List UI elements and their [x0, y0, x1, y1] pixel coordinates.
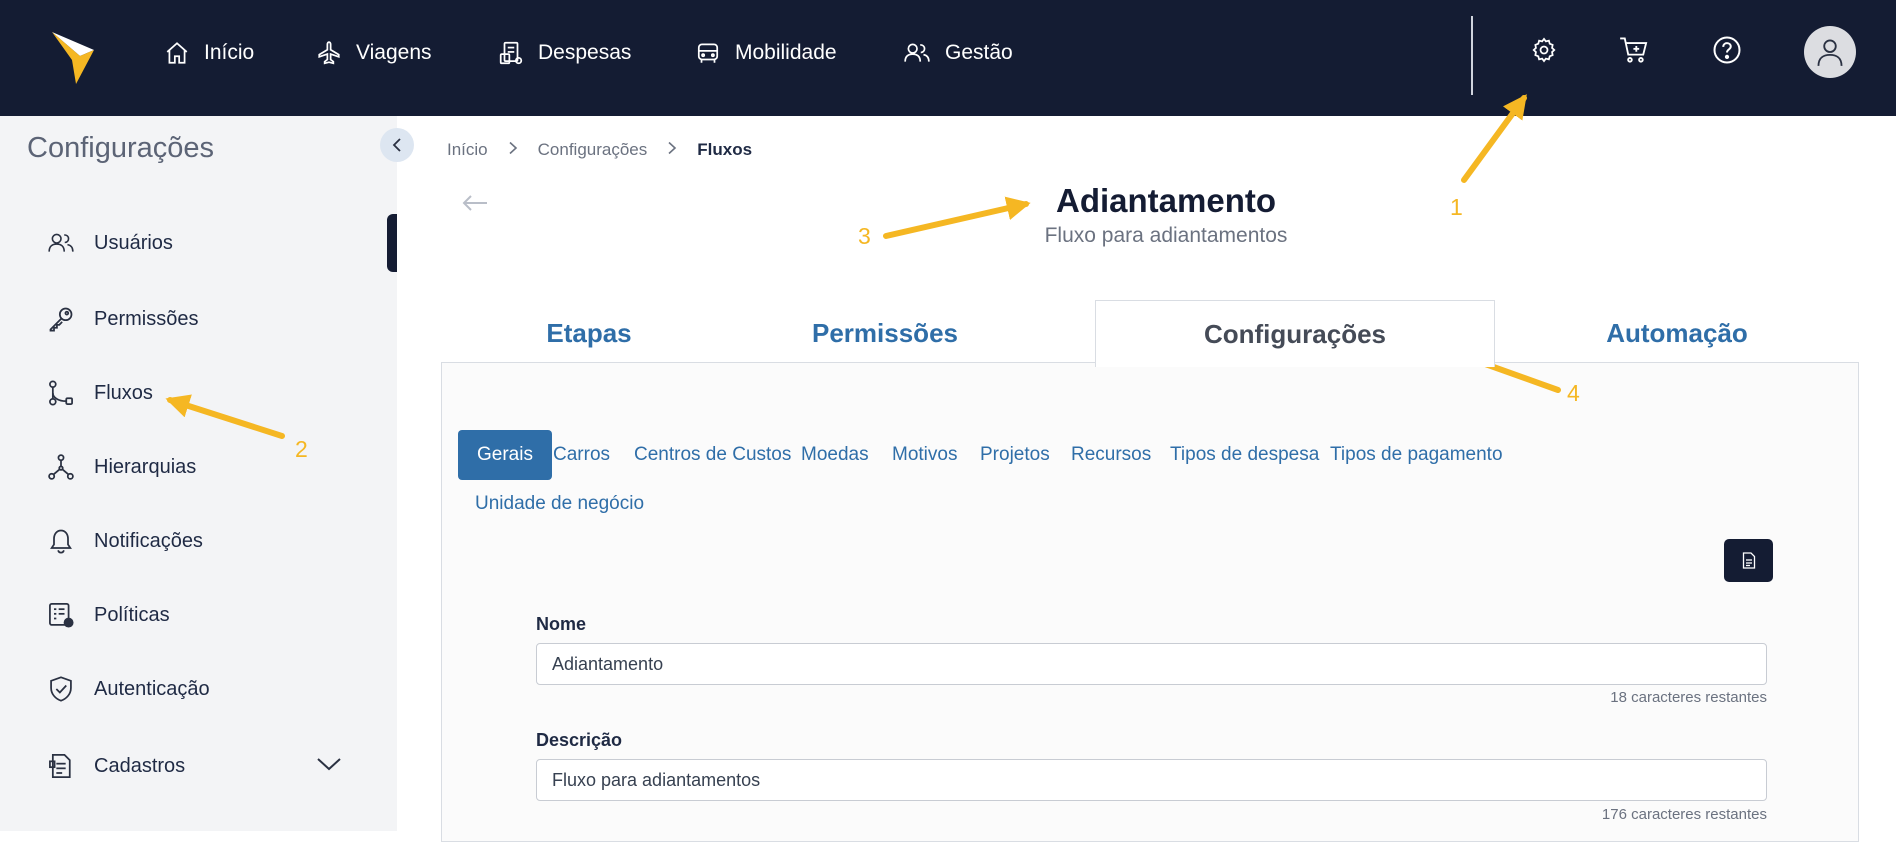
subtab-centros-de-custos[interactable]: Centros de Custos — [634, 430, 791, 480]
nav-label: Viagens — [356, 41, 432, 64]
gear-icon[interactable] — [1528, 34, 1560, 66]
name-input[interactable] — [536, 643, 1767, 685]
chevron-left-icon — [392, 138, 401, 152]
breadcrumb: Início Configurações Fluxos — [447, 140, 752, 160]
subtab-gerais[interactable]: Gerais — [458, 430, 552, 480]
annotation-label-4: 4 — [1567, 380, 1580, 406]
user-avatar-icon — [1817, 39, 1843, 66]
app-logo[interactable] — [50, 28, 96, 86]
subtab-carros[interactable]: Carros — [553, 430, 610, 480]
annotation-label-1: 1 — [1450, 194, 1463, 220]
tab-configuracoes[interactable]: Configurações — [1095, 300, 1495, 367]
hierarchy-icon — [46, 452, 76, 482]
breadcrumb-current: Fluxos — [697, 140, 753, 159]
sidebar-item-hierarquias[interactable]: Hierarquias — [46, 447, 196, 487]
nav-despesas[interactable]: Despesas — [498, 0, 631, 106]
chevron-right-icon — [667, 140, 677, 160]
sidebar-item-notificacoes[interactable]: Notificações — [46, 521, 203, 561]
subtab-unidade-de-negocio[interactable]: Unidade de negócio — [475, 479, 644, 529]
sidebar-item-label: Políticas — [94, 603, 170, 626]
sidebar-item-autenticacao[interactable]: Autenticação — [46, 669, 210, 709]
sidebar-item-label: Permissões — [94, 307, 199, 330]
document-icon — [46, 751, 76, 781]
subtab-tipos-de-pagamento[interactable]: Tipos de pagamento — [1330, 430, 1503, 480]
document-button[interactable] — [1724, 539, 1773, 582]
sidebar-item-label: Cadastros — [94, 754, 186, 777]
top-navbar: Início Viagens Despesas Mobilidade Gestã… — [0, 0, 1896, 116]
sidebar-title: Configurações — [27, 132, 214, 164]
tab-bar: Etapas Permissões Configurações Automaçã… — [441, 300, 1859, 367]
users-icon — [904, 43, 930, 62]
nav-label: Despesas — [538, 41, 632, 64]
top-divider — [1471, 16, 1473, 95]
airplane-icon — [318, 41, 340, 65]
sidebar-item-label: Hierarquias — [94, 455, 197, 478]
subtab-moedas[interactable]: Moedas — [801, 430, 869, 480]
breadcrumb-item[interactable]: Configurações — [538, 140, 648, 160]
main-content: Início Configurações Fluxos Adiantamento… — [397, 116, 1896, 842]
sidebar-item-fluxos[interactable]: Fluxos — [46, 373, 153, 413]
nav-gestao[interactable]: Gestão — [903, 0, 1013, 106]
breadcrumb-item[interactable]: Início — [447, 140, 488, 160]
annotation-label-2: 2 — [295, 436, 308, 462]
nav-label: Gestão — [945, 41, 1013, 64]
chevron-down-icon[interactable] — [316, 756, 342, 777]
name-char-counter: 18 caracteres restantes — [1610, 689, 1767, 706]
document-icon — [1742, 552, 1755, 569]
description-label: Descrição — [536, 730, 623, 750]
user-avatar[interactable] — [1804, 26, 1856, 78]
sidebar-item-usuarios[interactable]: Usuários — [46, 223, 173, 263]
page-title: Adiantamento — [1055, 182, 1276, 219]
sidebar-item-label: Fluxos — [94, 381, 153, 404]
tab-automacao[interactable]: Automação — [1495, 300, 1859, 366]
nav-label: Mobilidade — [735, 41, 837, 64]
page-subtitle: Fluxo para adiantamentos — [1044, 224, 1288, 247]
key-icon — [46, 304, 76, 334]
sidebar-item-permissoes[interactable]: Permissões — [46, 299, 198, 339]
users-icon — [46, 228, 76, 258]
description-char-counter: 176 caracteres restantes — [1601, 806, 1767, 823]
cart-icon[interactable] — [1618, 34, 1650, 66]
car-icon — [697, 43, 719, 63]
help-icon[interactable] — [1711, 34, 1743, 66]
sidebar: Configurações Usuários Permissões Fluxos… — [0, 116, 397, 831]
bell-icon — [46, 526, 76, 556]
sidebar-item-politicas[interactable]: Políticas — [46, 595, 170, 635]
sidebar-item-label: Notificações — [94, 529, 203, 552]
receipt-icon — [499, 41, 523, 65]
nav-viagens[interactable]: Viagens — [316, 0, 432, 106]
home-icon — [166, 42, 188, 64]
tab-panel: Gerais Carros Centros de Custos Moedas M… — [441, 362, 1859, 842]
nav-inicio[interactable]: Início — [164, 0, 254, 106]
nav-label: Início — [204, 41, 255, 64]
chevron-right-icon — [508, 140, 518, 160]
subtab-recursos[interactable]: Recursos — [1071, 430, 1151, 480]
name-label: Nome — [536, 614, 587, 634]
shield-check-icon — [46, 674, 76, 704]
collapse-sidebar-button[interactable] — [380, 128, 414, 162]
subtab-tipos-de-despesa[interactable]: Tipos de despesa — [1170, 430, 1319, 480]
tab-etapas[interactable]: Etapas — [441, 300, 737, 366]
policy-icon — [46, 600, 76, 630]
description-input[interactable] — [536, 759, 1767, 801]
tab-permissoes[interactable]: Permissões — [737, 300, 1033, 366]
subtab-motivos[interactable]: Motivos — [892, 430, 957, 480]
annotation-label-3: 3 — [858, 223, 871, 249]
sidebar-item-label: Autenticação — [94, 677, 210, 700]
active-indicator — [387, 214, 397, 272]
sidebar-item-label: Usuários — [94, 231, 173, 254]
flow-icon — [46, 378, 76, 408]
sidebar-item-cadastros[interactable]: Cadastros — [46, 746, 185, 786]
subtab-projetos[interactable]: Projetos — [980, 430, 1050, 480]
nav-mobilidade[interactable]: Mobilidade — [695, 0, 837, 106]
